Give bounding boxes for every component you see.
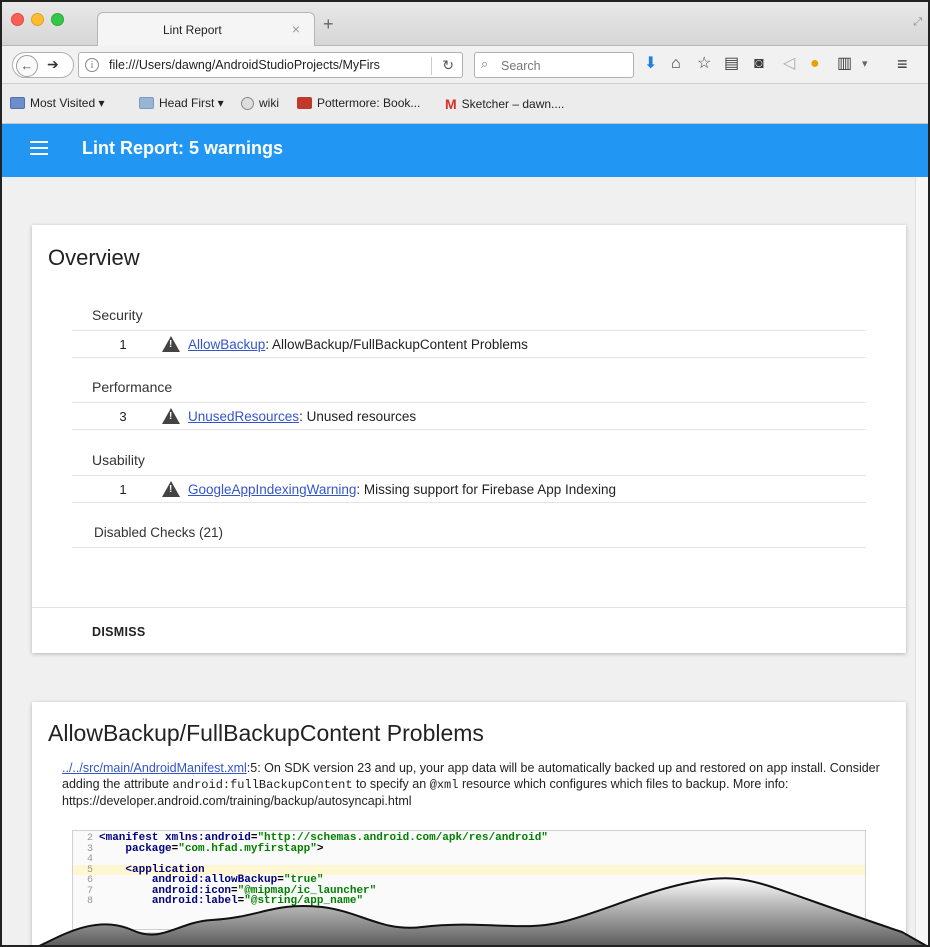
overview-title: Overview <box>48 245 140 270</box>
bookmark-sketcher[interactable]: M Sketcher – dawn.... <box>445 96 564 112</box>
tab-title: Lint Report <box>163 23 222 37</box>
menu-icon[interactable]: ≡ <box>897 55 908 73</box>
folder-icon <box>139 97 154 109</box>
issue-description: UnusedResources: Unused resources <box>188 409 416 424</box>
reload-icon[interactable]: ↻ <box>442 57 454 74</box>
issue-row: 1 AllowBackup: AllowBackup/FullBackupCon… <box>72 330 866 358</box>
scrollbar-thumb[interactable] <box>74 933 834 939</box>
dismiss-button[interactable]: DISMISS <box>92 625 146 639</box>
new-tab-button[interactable]: + <box>323 14 334 35</box>
pocket-icon[interactable]: ◙ <box>754 55 764 73</box>
inline-code: android:fullBackupContent <box>172 778 353 792</box>
issue-text: : Unused resources <box>299 409 417 424</box>
url-text[interactable]: file:///Users/dawng/AndroidStudioProject… <box>109 58 419 72</box>
app-bar: Lint Report: 5 warnings <box>2 124 928 177</box>
overflow-dropdown-icon[interactable]: ▾ <box>862 55 868 73</box>
minimize-window-button[interactable] <box>31 13 44 26</box>
bookmark-label: wiki <box>259 96 279 110</box>
issue-text: : Missing support for Firebase App Index… <box>356 482 617 497</box>
download-icon[interactable]: ⬇ <box>644 55 657 73</box>
code-tag <box>99 843 125 855</box>
pottermore-icon <box>297 97 312 109</box>
bookmark-label: Head First ▾ <box>159 96 224 110</box>
card-actions-divider <box>32 607 906 608</box>
manifest-file-link[interactable]: ../../src/main/AndroidManifest.xml <box>62 761 247 775</box>
category-security: Security <box>92 307 143 323</box>
url-bar[interactable]: i file:///Users/dawng/AndroidStudioProje… <box>78 52 463 78</box>
back-button[interactable]: ← <box>16 55 38 77</box>
bookmark-star-icon[interactable]: ☆ <box>697 55 711 73</box>
overview-card: Overview Security 1 AllowBackup: AllowBa… <box>32 225 906 653</box>
code-rest: > <box>316 842 324 855</box>
close-window-button[interactable] <box>11 13 24 26</box>
code-attr: package <box>125 842 172 855</box>
gmail-icon: M <box>445 96 457 112</box>
url-divider <box>431 57 432 75</box>
page-title: Lint Report: 5 warnings <box>82 138 284 158</box>
bookmark-head-first[interactable]: Head First ▾ <box>139 96 224 110</box>
divider <box>72 547 866 548</box>
zoom-window-button[interactable] <box>51 13 64 26</box>
vertical-scrollbar[interactable] <box>915 177 928 945</box>
search-placeholder: Search <box>501 59 541 73</box>
category-performance: Performance <box>92 379 173 395</box>
extension-icon[interactable]: ● <box>810 55 820 73</box>
search-input[interactable]: ⌕ Search <box>474 52 634 78</box>
inline-code: @xml <box>429 778 459 792</box>
issue-row: 3 UnusedResources: Unused resources <box>72 402 866 430</box>
bookmark-wiki[interactable]: wiki <box>241 96 279 110</box>
code-value: "@string/app_name" <box>244 895 364 907</box>
bookmark-label: Most Visited ▾ <box>30 96 105 110</box>
info-icon[interactable]: i <box>85 58 99 72</box>
fullscreen-icon[interactable]: ⤢ <box>913 16 922 29</box>
issue-count: 1 <box>119 337 127 352</box>
code-line: 8 android:label="@string/app_name" <box>73 896 865 907</box>
code-snippet: 2 <manifest xmlns:android="http://schemas… <box>72 830 866 930</box>
issue-link[interactable]: AllowBackup <box>188 337 265 352</box>
issue-detail-card: AllowBackup/FullBackupContent Problems .… <box>32 702 906 945</box>
disabled-checks-link[interactable]: Disabled Checks (21) <box>94 525 223 540</box>
bookmarks-toolbar: Most Visited ▾ Head First ▾ wiki Potterm… <box>2 84 928 124</box>
code-line: 3 package="com.hfad.myfirstapp"> <box>73 842 865 855</box>
bookmark-label: Sketcher – dawn.... <box>461 97 565 111</box>
issue-count: 3 <box>119 409 127 424</box>
issue-row: 1 GoogleAppIndexingWarning: Missing supp… <box>72 475 866 503</box>
search-icon: ⌕ <box>481 56 489 71</box>
warning-icon <box>162 336 180 352</box>
bookmark-most-visited[interactable]: Most Visited ▾ <box>10 96 105 110</box>
issue-explanation: ../../src/main/AndroidManifest.xml:5: On… <box>62 760 888 809</box>
line-number: 8 <box>86 896 93 907</box>
issue-text: : AllowBackup/FullBackupContent Problems <box>265 337 528 352</box>
issue-link[interactable]: GoogleAppIndexingWarning <box>188 482 356 497</box>
code-value: "com.hfad.myfirstapp" <box>178 842 317 855</box>
most-visited-icon <box>10 97 25 109</box>
issue-title: AllowBackup/FullBackupContent Problems <box>48 720 484 746</box>
globe-icon <box>241 96 254 110</box>
bookmark-pottermore[interactable]: Pottermore: Book... <box>297 96 420 110</box>
issue-link[interactable]: UnusedResources <box>188 409 299 424</box>
forward-button[interactable]: ➔ <box>47 56 59 73</box>
browser-window: Lint Report × + ⤢ ← ➔ i file:///Users/da… <box>0 0 930 947</box>
warning-icon <box>162 481 180 497</box>
back-forward-group: ← ➔ <box>12 52 74 78</box>
clipboard-icon[interactable]: ▥ <box>837 55 852 73</box>
tab-strip: Lint Report × + ⤢ <box>2 2 928 46</box>
explanation-text: to specify an <box>352 777 430 791</box>
warning-icon <box>162 408 180 424</box>
hamburger-menu-icon[interactable] <box>30 141 48 155</box>
home-icon[interactable]: ⌂ <box>671 55 681 73</box>
tab-lint-report[interactable]: Lint Report × <box>97 12 315 46</box>
code-horizontal-scrollbar[interactable] <box>72 932 866 940</box>
tab-close-icon[interactable]: × <box>292 21 300 37</box>
share-icon[interactable]: ◁ <box>783 55 795 73</box>
issue-count: 1 <box>119 482 127 497</box>
issue-description: AllowBackup: AllowBackup/FullBackupConte… <box>188 337 528 352</box>
code-tag <box>99 895 152 907</box>
navigation-bar: ← ➔ i file:///Users/dawng/AndroidStudioP… <box>2 46 928 84</box>
issue-description: GoogleAppIndexingWarning: Missing suppor… <box>188 482 616 497</box>
category-usability: Usability <box>92 452 145 468</box>
bookmark-label: Pottermore: Book... <box>317 96 421 110</box>
reading-list-icon[interactable]: ▤ <box>724 55 739 73</box>
code-attr: android:label <box>151 895 238 907</box>
